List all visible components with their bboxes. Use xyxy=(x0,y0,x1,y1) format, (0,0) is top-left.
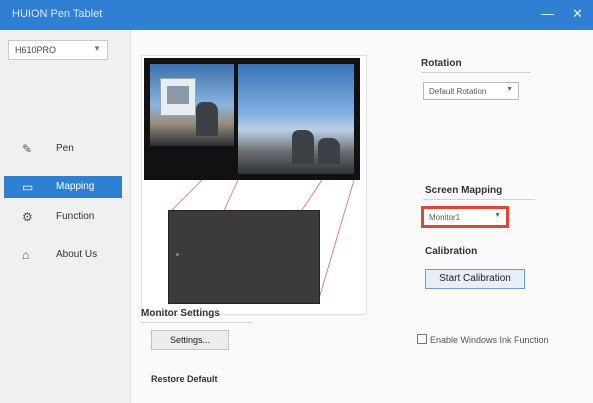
monitor-settings-title: Monitor Settings xyxy=(141,308,220,319)
rotation-select-value: Default Rotation xyxy=(429,87,487,96)
device-select-value: H610PRO xyxy=(15,45,57,55)
sidebar-item-label: Function xyxy=(56,211,95,222)
chevron-down-icon: ▼ xyxy=(93,44,101,53)
divider xyxy=(141,322,253,323)
rotation-select[interactable]: Default Rotation ▼ xyxy=(423,82,519,100)
rotation-title: Rotation xyxy=(421,58,462,69)
device-select[interactable]: H610PRO ▼ xyxy=(8,40,108,60)
sidebar-item-label: Mapping xyxy=(56,181,95,192)
restore-default-button[interactable]: Restore Default xyxy=(151,374,218,384)
windows-ink-option[interactable]: Enable Windows Ink Function xyxy=(417,334,549,345)
minimize-button[interactable]: — xyxy=(541,6,554,21)
sidebar-item-about[interactable]: ⌂ About Us xyxy=(4,244,122,266)
main-content: Rotation Default Rotation ▼ Screen Mappi… xyxy=(131,30,593,403)
monitor-icon: ▭ xyxy=(22,180,34,194)
divider xyxy=(421,72,531,73)
gear-icon: ⚙ xyxy=(22,210,33,224)
sidebar: H610PRO ▼ ✎ Pen ▭ Mapping ⚙ Function ⌂ A… xyxy=(0,30,131,403)
screen-mapping-title: Screen Mapping xyxy=(425,185,503,196)
title-bar: HUION Pen Tablet — ✕ xyxy=(0,0,593,30)
windows-ink-label: Enable Windows Ink Function xyxy=(430,335,549,345)
chevron-down-icon: ▼ xyxy=(506,86,513,93)
sidebar-item-label: Pen xyxy=(56,143,74,154)
mapping-preview xyxy=(141,55,367,315)
calibration-title: Calibration xyxy=(425,246,478,257)
sidebar-item-pen[interactable]: ✎ Pen xyxy=(4,138,122,160)
screen-mapping-select[interactable]: Monitor1 ▼ xyxy=(421,206,509,228)
chevron-down-icon: ▼ xyxy=(494,212,501,219)
pen-icon: ✎ xyxy=(22,142,33,156)
sidebar-item-label: About Us xyxy=(56,249,98,260)
close-button[interactable]: ✕ xyxy=(572,6,583,22)
settings-button[interactable]: Settings... xyxy=(151,330,229,350)
sidebar-item-function[interactable]: ⚙ Function xyxy=(4,206,122,228)
screen-mapping-value: Monitor1 xyxy=(429,213,461,222)
start-calibration-button[interactable]: Start Calibration xyxy=(425,269,525,289)
tablet-indicator xyxy=(176,253,179,256)
home-icon: ⌂ xyxy=(22,248,30,262)
windows-ink-checkbox[interactable] xyxy=(417,334,427,344)
divider xyxy=(423,199,535,200)
sidebar-item-mapping[interactable]: ▭ Mapping xyxy=(4,176,122,198)
tablet-preview xyxy=(168,210,320,304)
window-title: HUION Pen Tablet xyxy=(12,8,103,20)
